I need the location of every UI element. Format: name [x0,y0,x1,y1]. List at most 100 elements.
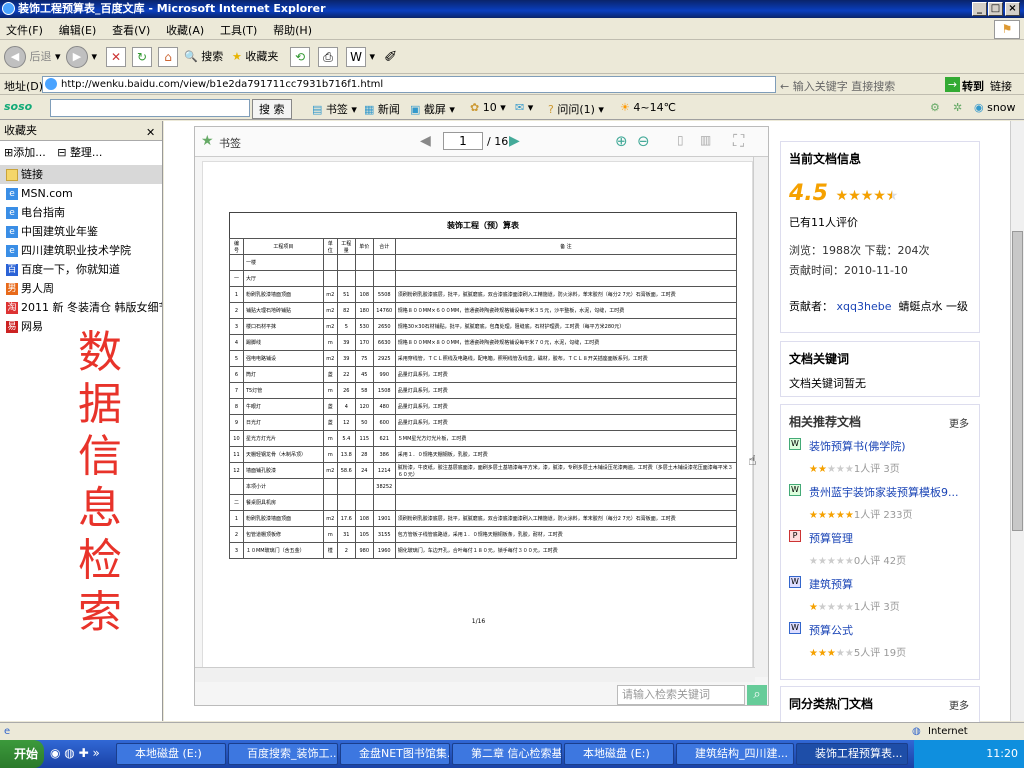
rec-more-link[interactable]: 更多 [949,415,969,430]
single-page-icon[interactable]: ▯ [677,133,684,147]
bookmark-star-icon[interactable]: ★ [201,133,214,149]
bookmark-button[interactable]: ▤ 书签 ▾ [312,101,357,117]
settings-icon[interactable]: ⚙ [930,101,940,114]
add-favorite-button[interactable]: ⊞添加... [4,146,46,159]
ask-button[interactable]: ? 问问(1) ▾ [548,101,604,117]
soso-search-input[interactable] [50,99,250,117]
gift-icon: ✿ [470,101,480,114]
favorite-item[interactable]: e 电台指南 [0,203,162,222]
links-button[interactable]: 链接 [990,78,1012,94]
favorite-item[interactable]: 百百度一下，你就知道 [0,260,162,279]
quick-launch-icons[interactable]: ◉ ◍ ✚ » [50,746,100,760]
related-doc-item[interactable]: P 预算管理 ★★★★★0人评 42页 [789,530,971,576]
task-button-active[interactable]: 装饰工程预算表... [796,743,908,765]
related-doc-title[interactable]: 装饰预算书(佛学院) [789,438,971,454]
soso-search-button[interactable]: 搜 索 [252,99,292,119]
related-doc-title[interactable]: 贵州蓝宇装饰家装预算模板9... [789,484,971,500]
doc-table-cell: 樘 [322,542,338,559]
close-button[interactable]: × [1005,2,1020,16]
favorites-tools: ⊞添加... ⊟ 整理... [0,141,162,165]
stats: 浏览：1988次 下载：204次 [789,244,930,257]
screenshot-button[interactable]: ▣ 截屏 ▾ [410,101,455,117]
go-button[interactable]: 转到 [962,78,984,94]
doc-search-input[interactable]: 请输入检索关键词 [617,685,745,705]
bookmark-icon: ▤ [312,103,323,116]
kw-title: 文档关键词 [789,352,850,366]
print-button[interactable]: ⎙ [318,45,338,69]
related-doc-title[interactable]: 建筑预算 [789,576,971,592]
menu-edit[interactable]: 编辑(E) [53,19,103,41]
fullscreen-icon[interactable]: ⛶ [733,131,744,151]
history-button[interactable]: ⟲ [290,45,310,69]
favorite-item[interactable]: 男男人周 [0,279,162,298]
question-icon: ? [548,103,554,116]
zoom-out-icon[interactable]: ⊖ [637,132,650,150]
task-button[interactable]: 本地磁盘 (E:) [564,743,674,765]
menu-favorites[interactable]: 收藏(A) [160,19,210,41]
forward-button[interactable]: ▶ ▾ [66,45,97,69]
close-pane-icon[interactable]: ✕ [146,123,155,143]
favorite-item[interactable]: e MSN.com [0,184,162,203]
favorites-button[interactable]: ★ 收藏夹 [232,45,278,69]
task-button[interactable]: 第二章 信心检索基 [452,743,562,765]
maximize-button[interactable]: □ [988,2,1003,16]
task-button[interactable]: 本地磁盘 (E:) [116,743,226,765]
menu-help[interactable]: 帮助(H) [267,19,318,41]
favorite-item[interactable]: e 中国建筑业年鉴 [0,222,162,241]
doc-table-cell: 铺贴大理石地砖铺贴 [242,302,324,319]
address-input[interactable]: http://wenku.baidu.com/view/b1e2da791711… [42,76,776,93]
back-button[interactable]: ◀ 后退 ▾ [4,45,61,69]
doc-table-cell [229,254,244,271]
page-vertical-scrollbar[interactable] [1010,121,1024,721]
menu-view[interactable]: 查看(V) [106,19,156,41]
doc-table-cell: 82 [336,302,356,319]
hot-more-link[interactable]: 更多 [949,697,969,712]
refresh-button[interactable]: ↻ [132,45,152,69]
user-icon: ◉ [974,101,984,114]
related-doc-item[interactable]: W 贵州蓝宇装饰家装预算模板9... ★★★★★1人评 233页 [789,484,971,530]
related-doc-title[interactable]: 预算管理 [789,530,971,546]
related-doc-item[interactable]: W 预算公式 ★★★★★5人评 19页 [789,622,971,668]
doc-search-button[interactable]: ⌕ [747,685,767,705]
doc-table-cell: 2 [336,542,356,559]
menu-file[interactable]: 文件(F) [0,19,49,41]
next-page-icon[interactable]: ▶ [509,133,520,149]
minimize-button[interactable]: _ [972,2,987,16]
related-doc-item[interactable]: W 装饰预算书(佛学院) ★★★★★1人评 3页 [789,438,971,484]
doc-header-cell: 单价 [354,238,374,255]
gear-icon[interactable]: ✲ [953,101,962,114]
related-doc-item[interactable]: W 建筑预算 ★★★★★1人评 3页 [789,576,971,622]
two-page-icon[interactable]: ▥ [700,133,711,147]
home-button[interactable]: ⌂ [158,45,178,69]
start-button[interactable]: 开始 [0,740,44,768]
favorite-folder-links[interactable]: 链接 [0,165,162,184]
scroll-thumb[interactable] [1012,231,1023,531]
edit-button[interactable]: W ▾ [346,45,375,69]
forward-arrow-icon: ▶ [66,46,88,68]
favorite-item[interactable]: 淘2011 新 冬装清仓 韩版女细节... [0,298,162,317]
zoom-in-icon[interactable]: ⊕ [615,132,628,150]
messenger-button[interactable]: ✐ [384,45,397,69]
rating-score: 4.5 [789,181,828,206]
viewer-horizontal-scrollbar[interactable] [195,667,755,682]
weather-button[interactable]: ☀ 4~14℃ [620,101,676,114]
task-button[interactable]: 金盘NET图书馆集... [340,743,450,765]
count-button[interactable]: ✿ 10 ▾ [470,101,506,114]
menu-tools[interactable]: 工具(T) [214,19,263,41]
organize-favorites-button[interactable]: ⊟ 整理... [57,146,102,159]
snow-button[interactable]: ◉ snow [974,101,1016,114]
search-button[interactable]: 🔍 搜索 [184,45,223,69]
viewer-vertical-scrollbar[interactable] [753,157,768,677]
contributor-link[interactable]: xqq3hebe [837,300,892,313]
favorite-item[interactable]: e 四川建筑职业技术学院 [0,241,162,260]
kw-text: 文档关键词暂无 [789,377,866,390]
page-number-input[interactable]: 1 [443,132,483,150]
doc-table-cell: 26 [336,382,356,399]
stop-button[interactable]: ✕ [106,45,126,69]
task-button[interactable]: 建筑结构_四川建... [676,743,794,765]
prev-page-icon[interactable]: ◀ [420,133,431,149]
task-button[interactable]: 百度搜索_装饰工... [228,743,338,765]
mail-button[interactable]: ✉ ▾ [515,101,533,114]
related-doc-title[interactable]: 预算公式 [789,622,971,638]
news-button[interactable]: ▦ 新闻 [364,101,400,117]
